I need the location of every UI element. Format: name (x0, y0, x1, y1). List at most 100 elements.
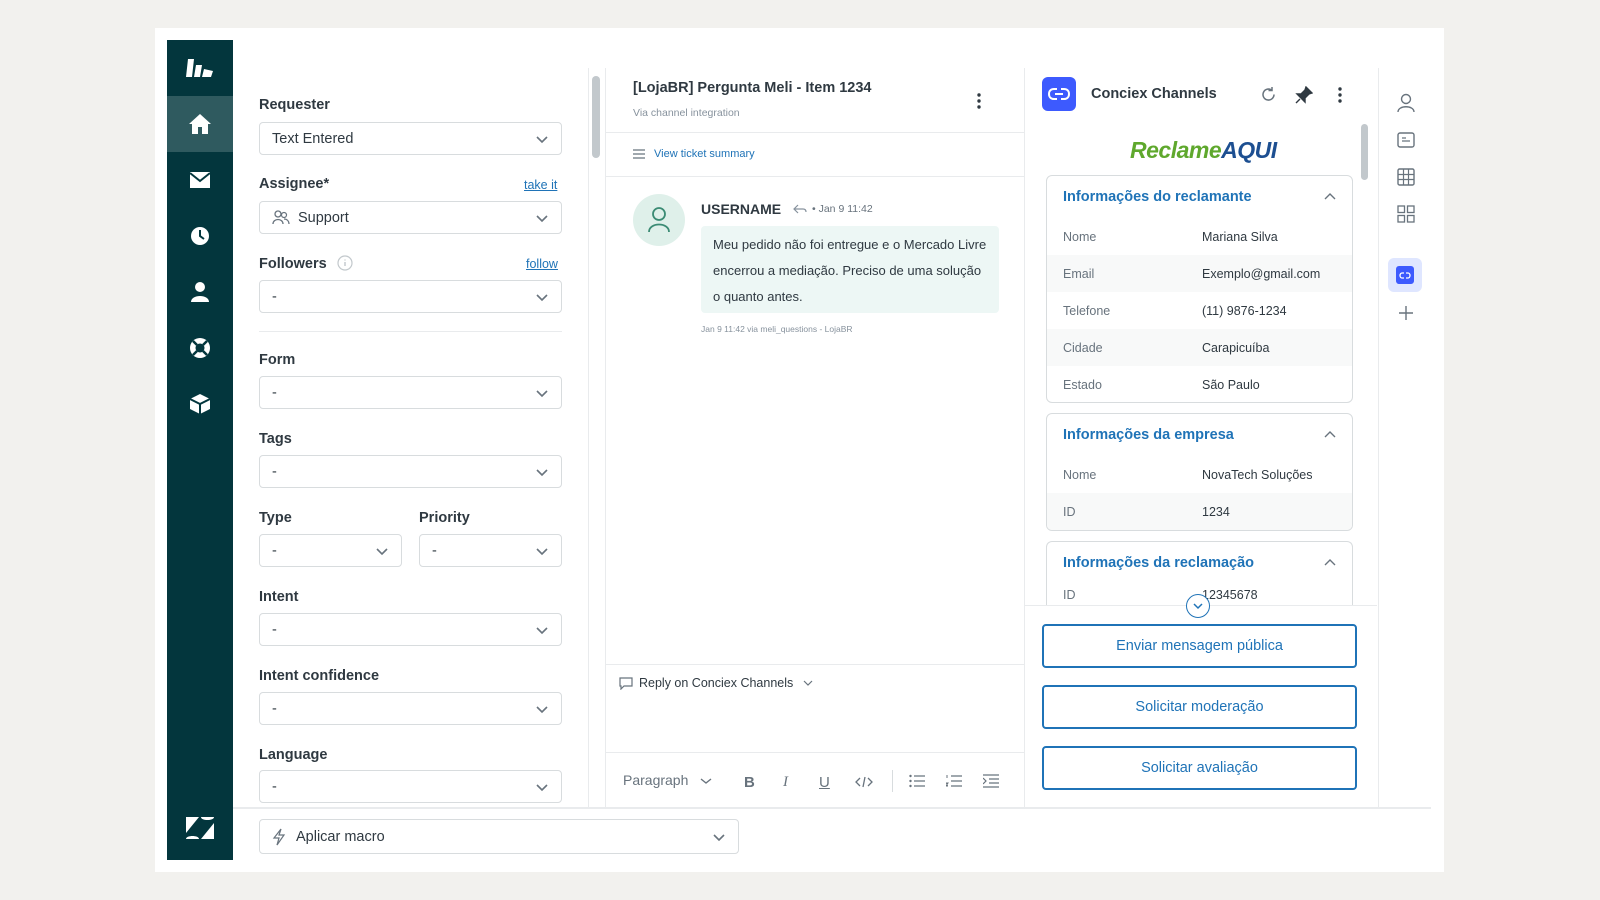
column-separator (605, 68, 606, 808)
cube-icon (189, 394, 211, 414)
view-ticket-summary-link[interactable]: View ticket summary (654, 148, 755, 160)
app-scrollbar[interactable] (1361, 124, 1368, 180)
message-author: USERNAME (701, 201, 782, 217)
header-divider (606, 132, 1024, 133)
numbered-list-icon[interactable] (946, 774, 962, 788)
priority-select[interactable]: - (419, 534, 562, 567)
chevron-down-icon (536, 390, 548, 398)
language-select[interactable]: - (259, 770, 562, 803)
rail-apps[interactable] (1395, 203, 1417, 225)
app-title: Conciex Channels (1091, 86, 1217, 102)
product-tray-icon (186, 59, 213, 77)
apps-grid-icon (1397, 205, 1415, 223)
type-value: - (272, 542, 277, 559)
reclame-aqui-logo: ReclameAQUI (1130, 137, 1277, 164)
list-icon (633, 149, 645, 159)
take-it-link[interactable]: take it (524, 178, 557, 192)
conciex-app-logo (1042, 77, 1076, 111)
user-icon (1397, 93, 1415, 113)
reply-channel-label: Reply on Conciex Channels (639, 676, 794, 690)
ticket-more-options-icon[interactable] (976, 92, 982, 110)
rail-table[interactable] (1395, 166, 1417, 188)
type-select[interactable]: - (259, 534, 402, 567)
row-key: Telefone (1063, 303, 1111, 318)
chevron-down-icon (803, 680, 813, 686)
underline-icon[interactable]: U (819, 774, 835, 791)
nav-help[interactable] (167, 320, 233, 376)
nav-reporting[interactable] (167, 208, 233, 264)
message-meta: Jan 9 11:42 via meli_questions - LojaBR (701, 324, 853, 334)
nav-home[interactable] (167, 96, 233, 152)
row-value: 12345678 (1202, 588, 1258, 602)
lightning-bolt-icon (272, 828, 286, 845)
reclamante-card-header[interactable]: Informações do reclamante (1047, 176, 1352, 218)
form-select[interactable]: - (259, 376, 562, 409)
language-value: - (272, 778, 277, 795)
info-row: Nome Mariana Silva (1047, 218, 1352, 255)
column-separator (588, 68, 589, 808)
request-evaluation-button[interactable]: Solicitar avaliação (1042, 746, 1357, 790)
main-nav (167, 40, 233, 860)
rail-add-app[interactable] (1395, 302, 1417, 324)
empresa-card-title: Informações da empresa (1063, 427, 1234, 443)
chevron-down-icon (713, 834, 725, 842)
refresh-icon[interactable] (1260, 86, 1277, 103)
indent-icon[interactable] (983, 774, 999, 788)
request-moderation-button[interactable]: Solicitar moderação (1042, 685, 1357, 729)
tags-select[interactable]: - (259, 455, 562, 488)
bulleted-list-icon[interactable] (909, 774, 925, 788)
chevron-down-icon (536, 706, 548, 714)
app-more-options-icon[interactable] (1337, 86, 1343, 104)
reply-arrow-icon (793, 204, 807, 214)
send-public-message-button[interactable]: Enviar mensagem pública (1042, 624, 1357, 668)
chevron-down-icon (1193, 602, 1203, 609)
mail-icon (190, 172, 210, 188)
pin-icon[interactable] (1295, 86, 1313, 104)
group-users-icon (272, 209, 290, 224)
reply-channel-selector[interactable]: Reply on Conciex Channels (639, 676, 813, 690)
rail-customer-context[interactable] (1395, 92, 1417, 114)
rail-conciex-app[interactable] (1388, 258, 1422, 292)
message-bubble: Meu pedido não foi entregue e o Mercado … (701, 226, 999, 313)
rail-knowledge[interactable] (1395, 129, 1417, 151)
reclame-logo-text: Reclame (1130, 137, 1222, 163)
bold-icon[interactable]: B (744, 774, 760, 791)
bottom-bar: Aplicar macro (233, 807, 1431, 862)
comment-icon (619, 677, 633, 690)
row-value: 1234 (1202, 504, 1230, 519)
assignee-value: Support (298, 209, 349, 226)
zendesk-product-logo[interactable] (167, 40, 233, 96)
assignee-label: Assignee* (259, 176, 330, 192)
scroll-down-button[interactable] (1186, 594, 1210, 618)
summary-divider (606, 176, 1024, 177)
paragraph-format-select[interactable]: Paragraph (623, 772, 712, 788)
row-key: ID (1063, 588, 1076, 602)
intent-select[interactable]: - (259, 613, 562, 646)
followers-select[interactable]: - (259, 280, 562, 313)
empresa-card-header[interactable]: Informações da empresa (1047, 414, 1352, 456)
avatar (633, 194, 685, 246)
column-separator (1024, 68, 1025, 808)
italic-icon[interactable]: I (783, 774, 799, 790)
nav-views[interactable] (167, 152, 233, 208)
follow-link[interactable]: follow (526, 257, 558, 271)
home-icon (189, 114, 211, 134)
lifebuoy-icon (190, 338, 210, 358)
nav-apps[interactable] (167, 376, 233, 432)
zendesk-logo-icon (186, 817, 214, 839)
requester-select[interactable]: Text Entered (259, 122, 562, 155)
chevron-up-icon (1324, 193, 1336, 200)
reclamacao-card-header[interactable]: Informações da reclamação (1047, 542, 1352, 584)
form-label: Form (259, 352, 296, 368)
type-label: Type (259, 510, 292, 526)
info-icon[interactable] (337, 255, 353, 271)
intent-confidence-select[interactable]: - (259, 692, 562, 725)
row-key: Estado (1063, 377, 1102, 392)
properties-scrollbar[interactable] (592, 76, 600, 158)
nav-customers[interactable] (167, 264, 233, 320)
context-rail (1378, 68, 1431, 808)
nav-zendesk-logo[interactable] (167, 800, 233, 856)
apply-macro-select[interactable]: Aplicar macro (259, 819, 739, 854)
code-icon[interactable] (855, 776, 873, 788)
assignee-select[interactable]: Support (259, 201, 562, 234)
